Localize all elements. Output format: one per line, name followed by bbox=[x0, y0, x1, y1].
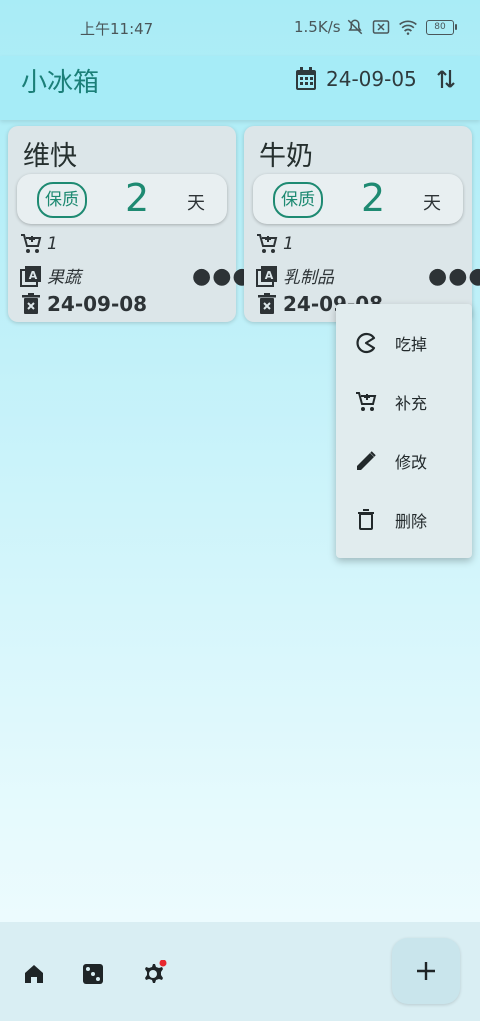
item-name: 维快 bbox=[23, 141, 77, 172]
app-bar: 小冰箱 24-09-05 bbox=[0, 56, 480, 120]
menu-item-delete[interactable]: 删除 bbox=[336, 491, 472, 549]
svg-text:A: A bbox=[29, 269, 38, 282]
battery-icon: 80 bbox=[426, 19, 457, 35]
quantity-row: 1 bbox=[255, 232, 294, 256]
item-name: 牛奶 bbox=[259, 141, 313, 172]
mute-bell-icon bbox=[347, 19, 363, 35]
category-icon: A bbox=[20, 265, 41, 287]
eat-icon bbox=[356, 332, 376, 354]
app-title: 小冰箱 bbox=[21, 68, 100, 98]
settings-icon[interactable] bbox=[139, 960, 167, 988]
status-bar: 上午11:47 1.5K/s 80 bbox=[0, 0, 480, 56]
menu-item-label: 删除 bbox=[395, 512, 428, 531]
menu-item-label: 补充 bbox=[395, 394, 428, 413]
item-context-menu: 吃掉 补充 修改 删除 bbox=[336, 304, 472, 558]
shelf-life-unit: 天 bbox=[187, 193, 205, 214]
item-quantity: 1 bbox=[47, 234, 58, 254]
trash-icon bbox=[358, 509, 374, 530]
expire-row: 24-09-08 bbox=[19, 292, 147, 316]
no-sim-icon bbox=[372, 20, 390, 34]
menu-item-label: 修改 bbox=[395, 453, 428, 472]
status-time: 上午11:47 bbox=[80, 20, 154, 38]
calendar-icon[interactable] bbox=[294, 66, 318, 92]
home-icon[interactable] bbox=[22, 962, 46, 986]
item-quantity: 1 bbox=[283, 234, 294, 254]
status-icons: 80 bbox=[346, 18, 457, 36]
shelf-life-box: 保质 2 天 bbox=[253, 174, 463, 224]
menu-item-label: 吃掉 bbox=[395, 335, 428, 354]
current-date[interactable]: 24-09-05 bbox=[326, 67, 417, 91]
shelf-life-tag: 保质 bbox=[273, 182, 323, 218]
svg-text:A: A bbox=[265, 269, 274, 282]
item-card[interactable]: 维快 保质 2 天 1 A 果蔬 ●●● 24-09-08 bbox=[8, 126, 252, 322]
sort-icon[interactable] bbox=[434, 66, 458, 92]
cart-add-icon bbox=[356, 392, 377, 411]
item-category: 果蔬 bbox=[47, 268, 81, 288]
category-icon: A bbox=[256, 265, 277, 287]
shelf-life-days: 2 bbox=[361, 176, 386, 220]
plus-icon bbox=[417, 962, 435, 980]
wifi-icon bbox=[399, 20, 417, 35]
item-card[interactable]: 牛奶 保质 2 天 1 A 乳制品 ●●● 24-09-08 bbox=[244, 126, 480, 322]
expire-trash-icon bbox=[258, 293, 276, 314]
network-speed: 1.5K/s bbox=[294, 18, 341, 36]
cart-icon bbox=[257, 234, 278, 253]
item-expire-date: 24-09-08 bbox=[47, 292, 148, 316]
pencil-icon bbox=[357, 451, 376, 470]
shelf-life-box: 保质 2 天 bbox=[17, 174, 227, 224]
add-item-button[interactable] bbox=[392, 938, 460, 1004]
shelf-life-days: 2 bbox=[125, 176, 150, 220]
dice-icon[interactable] bbox=[81, 962, 105, 986]
more-options-icon[interactable]: ●●● bbox=[428, 264, 480, 289]
item-category: 乳制品 bbox=[283, 268, 334, 288]
quantity-row: 1 bbox=[19, 232, 58, 256]
category-row: A 果蔬 bbox=[19, 263, 81, 288]
cart-icon bbox=[21, 234, 42, 253]
menu-item-eat[interactable]: 吃掉 bbox=[336, 314, 472, 372]
shelf-life-unit: 天 bbox=[423, 193, 441, 214]
menu-item-edit[interactable]: 修改 bbox=[336, 432, 472, 490]
menu-item-restock[interactable]: 补充 bbox=[336, 373, 472, 431]
category-row: A 乳制品 bbox=[255, 263, 334, 288]
shelf-life-tag: 保质 bbox=[37, 182, 87, 218]
expire-trash-icon bbox=[22, 293, 40, 314]
